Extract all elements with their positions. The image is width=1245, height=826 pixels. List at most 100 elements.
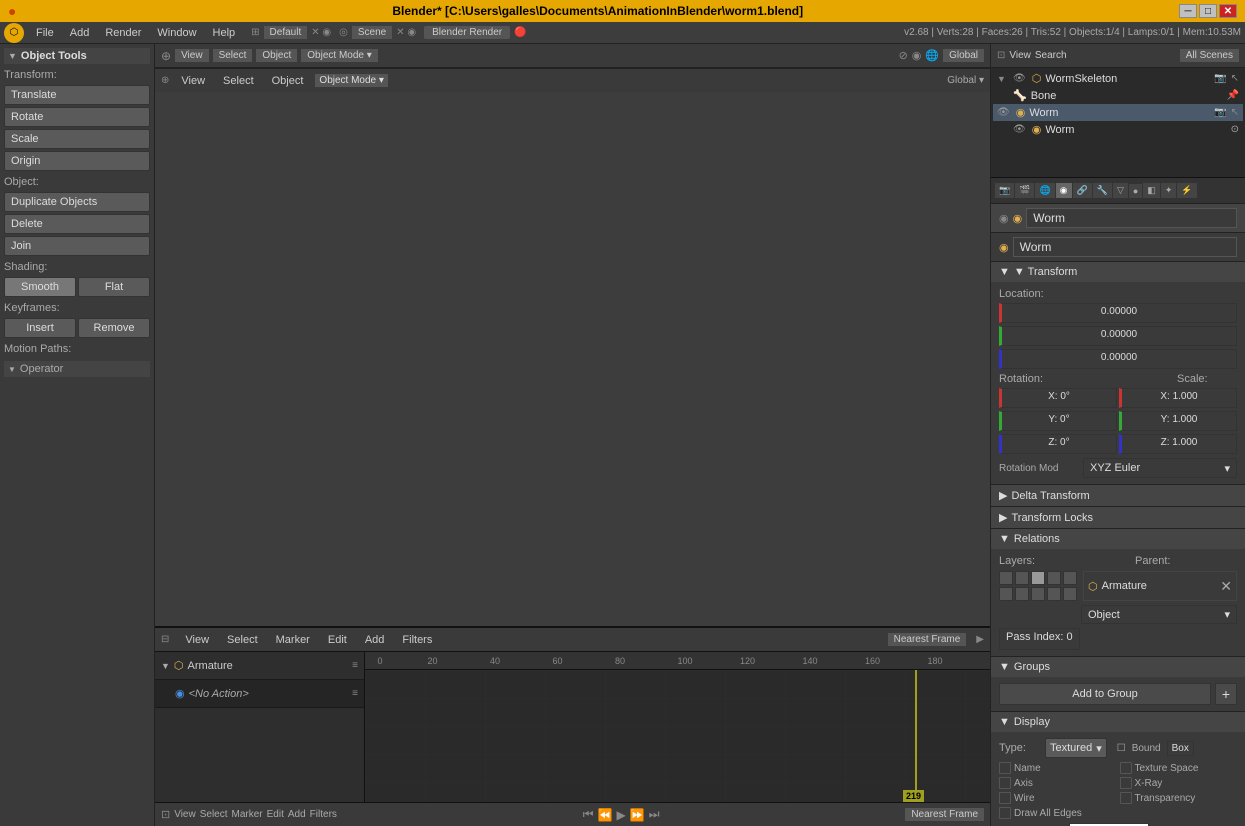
layer-cell-8[interactable]	[1031, 587, 1045, 601]
outliner-cursor-icon[interactable]: ↖	[1231, 73, 1239, 84]
props-icon-particles[interactable]: ✦	[1161, 183, 1177, 198]
xray-checkbox-item[interactable]: X-Ray	[1120, 777, 1238, 789]
remove-keyframe-button[interactable]: Remove	[78, 318, 150, 338]
layer-cell-2[interactable]	[1015, 571, 1029, 585]
insert-keyframe-button[interactable]: Insert	[4, 318, 76, 338]
nla-footer-add[interactable]: Add	[288, 809, 306, 820]
props-icon-modifier[interactable]: 🔧	[1093, 183, 1112, 198]
scale-y-field[interactable]: Y: 1.000	[1119, 411, 1237, 431]
outliner-wormskeleton[interactable]: ▼ 👁 ⬡ WormSkeleton 📷 ↖	[993, 70, 1243, 87]
titlebar-controls[interactable]: ─ □ ✕	[1179, 4, 1237, 18]
nla-add-menu[interactable]: Add	[359, 628, 391, 651]
bound-checkbox[interactable]: ☐	[1117, 743, 1126, 754]
loc-x-field[interactable]: 0.00000	[999, 303, 1237, 323]
menu-render[interactable]: Render	[97, 22, 149, 43]
props-icon-scene[interactable]: 🎬	[1015, 183, 1034, 198]
transparency-checkbox[interactable]	[1120, 792, 1132, 804]
translate-button[interactable]: Translate	[4, 85, 150, 105]
nla-footer-filters[interactable]: Filters	[310, 809, 337, 820]
wire-checkbox-item[interactable]: Wire	[999, 792, 1117, 804]
nla-right[interactable]: 0 20 40 60 80 100 120 140 160 180	[365, 652, 990, 802]
type-dropdown[interactable]: Textured ▾	[1045, 738, 1107, 758]
worm-cursor-icon[interactable]: ↖	[1231, 107, 1239, 118]
wire-checkbox[interactable]	[999, 792, 1011, 804]
parent-clear-icon[interactable]: ✕	[1220, 578, 1232, 595]
rotation-mode-dropdown[interactable]: XYZ Euler ▾	[1083, 458, 1237, 478]
xray-checkbox[interactable]	[1120, 777, 1132, 789]
menu-file[interactable]: File	[28, 22, 62, 43]
origin-button[interactable]: Origin	[4, 151, 150, 171]
texture-space-checkbox-item[interactable]: Texture Space	[1120, 762, 1238, 774]
bound-type-dropdown[interactable]: Box	[1167, 741, 1194, 756]
props-icon-world[interactable]: 🌐	[1035, 183, 1054, 198]
nla-footer-edit[interactable]: Edit	[267, 809, 284, 820]
outliner-view-menu[interactable]: View	[1009, 50, 1031, 61]
layer-cell-7[interactable]	[1015, 587, 1029, 601]
layer-cell-4[interactable]	[1047, 571, 1061, 585]
menu-help[interactable]: Help	[205, 22, 244, 43]
props-icon-data[interactable]: ▽	[1113, 183, 1128, 198]
draw-all-edges-checkbox[interactable]	[999, 807, 1011, 819]
draw-all-edges-item[interactable]: Draw All Edges	[999, 807, 1117, 819]
layer-cell-5[interactable]	[1063, 571, 1077, 585]
layer-cell-1[interactable]	[999, 571, 1013, 585]
scale-z-field[interactable]: Z: 1.000	[1119, 434, 1237, 454]
minimize-button[interactable]: ─	[1179, 4, 1197, 18]
nla-view-menu[interactable]: View	[179, 628, 215, 651]
scale-button[interactable]: Scale	[4, 129, 150, 149]
add-group-plus-button[interactable]: +	[1215, 683, 1237, 705]
object-name-field[interactable]: Worm	[1026, 208, 1237, 228]
maximize-button[interactable]: □	[1199, 4, 1217, 18]
mode-selector[interactable]: Object Mode ▾	[301, 49, 378, 62]
texture-space-checkbox[interactable]	[1120, 762, 1132, 774]
nearest-frame-selector[interactable]: Nearest Frame	[888, 633, 967, 646]
nla-action-options[interactable]: ≡	[352, 688, 358, 699]
add-to-group-button[interactable]: Add to Group	[999, 683, 1211, 705]
nla-footer-view[interactable]: View	[174, 809, 196, 820]
axis-checkbox-item[interactable]: Axis	[999, 777, 1117, 789]
play-end-btn[interactable]: ⏭	[649, 807, 660, 822]
viewport-global-icon[interactable]: 🌐	[925, 49, 939, 62]
transparency-checkbox-item[interactable]: Transparency	[1120, 792, 1238, 804]
transform-section-header[interactable]: ▼ ▼ Transform	[991, 262, 1245, 282]
display-header[interactable]: ▼ Display	[991, 712, 1245, 732]
props-icon-material[interactable]: ●	[1129, 184, 1142, 198]
transform-locks-header[interactable]: ▶ Transform Locks	[991, 507, 1245, 528]
nla-armature-options[interactable]: ≡	[352, 660, 358, 671]
name-checkbox-item[interactable]: Name	[999, 762, 1117, 774]
vp-global-selector[interactable]: Global ▾	[947, 75, 984, 86]
play-next-btn[interactable]: ⏩	[630, 808, 645, 822]
flat-button[interactable]: Flat	[78, 277, 150, 297]
layer-cell-10[interactable]	[1063, 587, 1077, 601]
pass-index-btn[interactable]: Pass Index: 0	[999, 628, 1080, 650]
worm-sub-circle-icon[interactable]: ⊙	[1231, 124, 1239, 135]
worm-data-name-field[interactable]: Worm	[1013, 237, 1237, 257]
rot-x-field[interactable]: X: 0°	[999, 388, 1117, 408]
relations-header[interactable]: ▼ Relations	[991, 529, 1245, 549]
scene-selector[interactable]: Scene	[352, 26, 392, 39]
loc-y-field[interactable]: 0.00000	[999, 326, 1237, 346]
outliner-worm-sub[interactable]: 👁 ◉ Worm ⊙	[993, 121, 1243, 138]
outliner-render-icon[interactable]: 📷	[1214, 73, 1226, 84]
viewport-solid-icon[interactable]: ◉	[912, 49, 922, 62]
global-local-selector[interactable]: Global	[943, 49, 984, 62]
props-icon-render[interactable]: 📷	[995, 183, 1014, 198]
select-menu[interactable]: Select	[213, 49, 253, 62]
layer-cell-3[interactable]	[1031, 571, 1045, 585]
nla-expand-icon[interactable]: ▼	[161, 661, 170, 671]
delta-transform-header[interactable]: ▶ Delta Transform	[991, 485, 1245, 506]
operator-header[interactable]: ▼ Operator	[4, 361, 150, 377]
worm-render-icon[interactable]: 📷	[1214, 107, 1226, 118]
menu-add[interactable]: Add	[62, 22, 98, 43]
play-start-btn[interactable]: ⏮	[583, 807, 594, 822]
duplicate-objects-button[interactable]: Duplicate Objects	[4, 192, 150, 212]
nla-edit-menu[interactable]: Edit	[322, 628, 353, 651]
object-menu[interactable]: Object	[256, 49, 297, 62]
nla-nearest-frame[interactable]: Nearest Frame	[905, 808, 984, 821]
outliner-search-menu[interactable]: Search	[1035, 50, 1067, 61]
bone-pin-icon[interactable]: 📌	[1227, 90, 1239, 101]
rotate-button[interactable]: Rotate	[4, 107, 150, 127]
play-prev-btn[interactable]: ⏪	[598, 808, 613, 822]
groups-header[interactable]: ▼ Groups	[991, 657, 1245, 677]
vp-mode-dropdown[interactable]: Object Mode ▾	[315, 74, 388, 87]
